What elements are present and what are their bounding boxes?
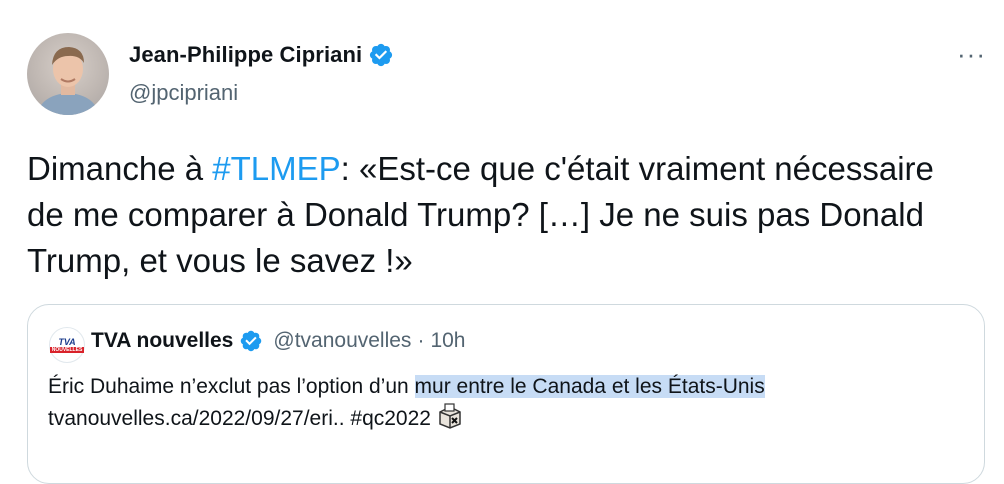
quoted-hashtag[interactable]: #qc2022 <box>350 407 431 430</box>
verified-badge-icon <box>241 330 262 352</box>
quoted-tweet-header: TVA nouvelles @tvanouvelles · 10h <box>91 329 465 353</box>
quoted-tweet-text: Éric Duhaime n’exclut pas l’option d’un … <box>48 371 978 435</box>
meta-separator: · <box>417 329 425 352</box>
quoted-tweet-card[interactable]: TVA NOUVELLES TVA nouvelles @tvanouvelle… <box>27 304 985 484</box>
quoted-author-name[interactable]: TVA nouvelles <box>91 329 233 353</box>
ballot-box-icon <box>439 403 461 429</box>
avatar-portrait <box>37 47 99 115</box>
author-name-row: Jean-Philippe Cipriani <box>129 42 394 68</box>
tweet-hashtag-link[interactable]: #TLMEP <box>212 150 340 187</box>
author-display-name[interactable]: Jean-Philippe Cipriani <box>129 42 362 68</box>
quoted-tweet-time[interactable]: 10h <box>430 329 465 353</box>
author-avatar[interactable] <box>27 33 109 115</box>
quoted-link[interactable]: tvanouvelles.ca/2022/09/27/eri.. <box>48 407 345 430</box>
verified-badge-icon <box>370 43 393 67</box>
tweet-text-before: Dimanche à <box>27 150 213 187</box>
tva-logo-text: TVA <box>58 336 76 347</box>
author-handle[interactable]: @jpcipriani <box>129 80 238 106</box>
quoted-text-plain: Éric Duhaime n’exclut pas l’option d’un <box>48 375 409 398</box>
quoted-text-highlighted: mur entre le Canada et les États-Unis <box>414 375 765 398</box>
tva-logo-subtext: NOUVELLES <box>49 346 85 353</box>
quoted-author-avatar[interactable]: TVA NOUVELLES <box>49 327 85 363</box>
more-options-icon[interactable]: ··· <box>957 41 986 67</box>
quoted-author-handle[interactable]: @tvanouvelles <box>273 329 411 353</box>
tweet-text: Dimanche à #TLMEP: «Est-ce que c'était v… <box>27 146 977 284</box>
